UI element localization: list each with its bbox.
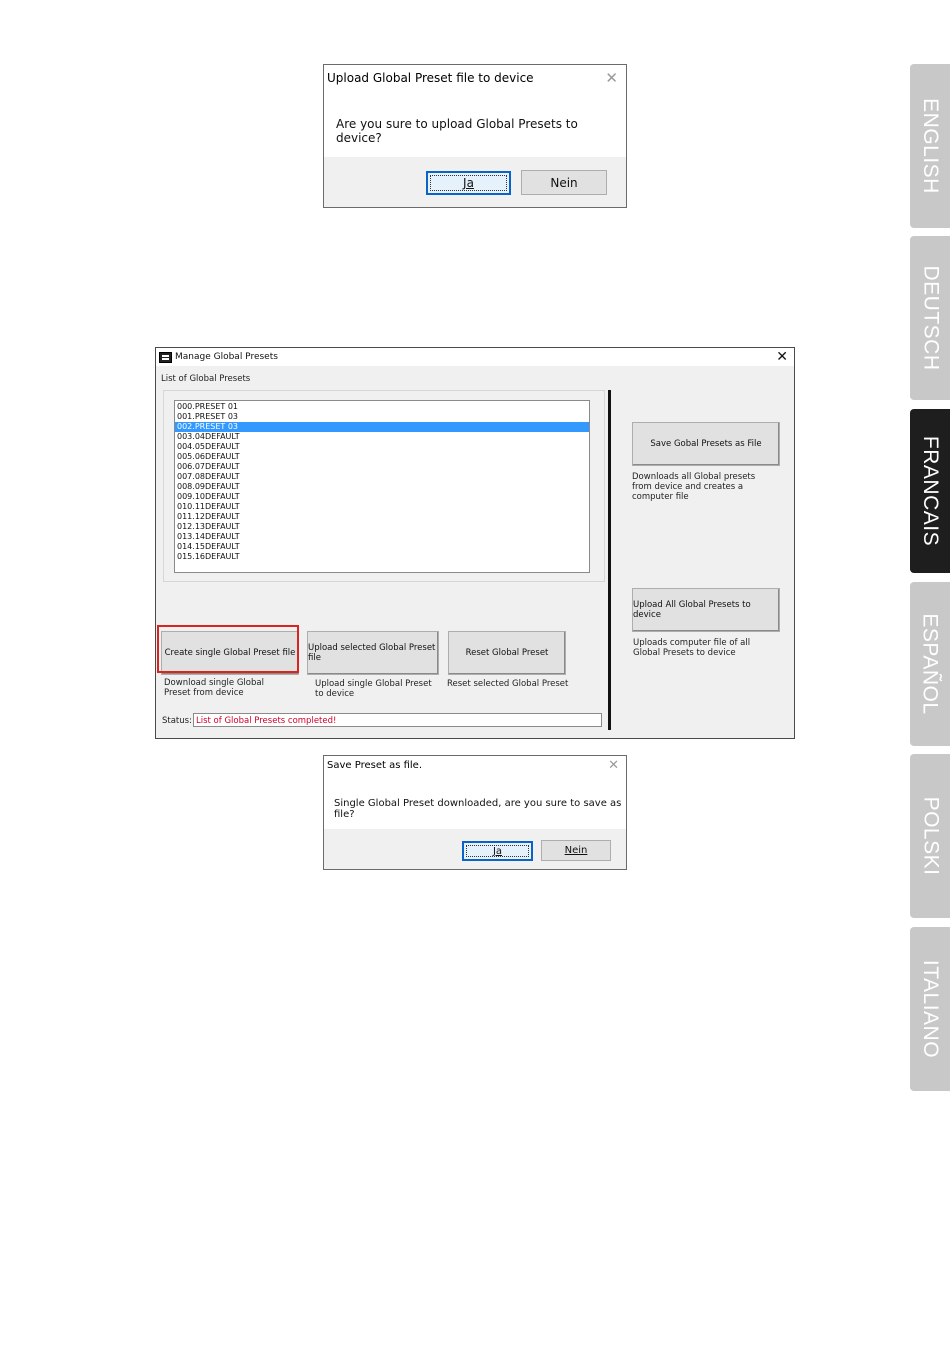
list-item[interactable]: 011.12DEFAULT [175, 512, 589, 522]
upload-selected-preset-desc: Upload single Global Preset to device [315, 679, 432, 699]
upload-selected-preset-button[interactable]: Upload selected Global Preset file [307, 631, 439, 675]
lang-tab-polski[interactable]: POLSKI [910, 754, 950, 918]
create-single-preset-desc: Download single Global Preset from devic… [164, 678, 264, 698]
lang-tab-english[interactable]: ENGLISH [910, 64, 950, 228]
list-item[interactable]: 012.13DEFAULT [175, 522, 589, 532]
list-item[interactable]: 007.08DEFAULT [175, 472, 589, 482]
window-title: Manage Global Presets [175, 352, 278, 362]
close-icon[interactable]: ✕ [605, 71, 618, 86]
lang-tab-label: FRANCAIS [919, 435, 942, 547]
list-item[interactable]: 005.06DEFAULT [175, 452, 589, 462]
lang-tab-italiano[interactable]: ITALIANO [910, 927, 950, 1091]
manage-global-presets-window: Manage Global Presets ✕ List of Global P… [155, 347, 795, 739]
no-button-label: Nein [564, 845, 588, 856]
save-global-presets-button[interactable]: Save Gobal Presets as File [632, 422, 780, 466]
reset-preset-button[interactable]: Reset Global Preset [448, 631, 566, 675]
button-label: Save Gobal Presets as File [650, 439, 762, 449]
upload-confirm-dialog: Upload Global Preset file to device ✕ Ar… [323, 64, 627, 208]
no-button[interactable]: Nein [521, 170, 607, 195]
list-item[interactable]: 014.15DEFAULT [175, 542, 589, 552]
yes-button-label: Ja [492, 845, 503, 857]
upload-all-presets-button[interactable]: Upload All Global Presets to device [632, 588, 780, 632]
status-field: List of Global Presets completed! [193, 713, 602, 727]
list-item[interactable]: 010.11DEFAULT [175, 502, 589, 512]
close-icon[interactable]: ✕ [776, 349, 788, 365]
yes-button-label: Ja [463, 176, 474, 190]
divider [608, 390, 611, 730]
no-button-label: Nein [550, 175, 578, 190]
list-item[interactable]: 013.14DEFAULT [175, 532, 589, 542]
dialog-title: Upload Global Preset file to device [327, 71, 534, 85]
lang-tab-francais[interactable]: FRANCAIS [910, 409, 950, 573]
save-preset-dialog: Save Preset as file. ✕ Single Global Pre… [323, 755, 627, 870]
reset-preset-desc: Reset selected Global Preset [447, 679, 569, 689]
dialog-message: Are you sure to upload Global Presets to… [336, 117, 578, 145]
list-item[interactable]: 001.PRESET 03 [175, 412, 589, 422]
lang-tab-label: ESPAÑOL [919, 613, 942, 715]
upload-all-presets-desc: Uploads computer file of all Global Pres… [633, 638, 751, 658]
list-item[interactable]: 002.PRESET 03 [175, 422, 589, 432]
no-button[interactable]: Nein [541, 840, 611, 861]
list-item[interactable]: 009.10DEFAULT [175, 492, 589, 502]
button-label: Upload selected Global Preset file [308, 643, 436, 663]
yes-button[interactable]: Ja [462, 841, 533, 861]
list-item[interactable]: 003.04DEFAULT [175, 432, 589, 442]
lang-tab-label: ENGLISH [919, 98, 943, 194]
list-item[interactable]: 015.16DEFAULT [175, 552, 589, 562]
save-global-presets-desc: Downloads all Global presets from device… [632, 472, 756, 502]
preset-list[interactable]: 000.PRESET 01 001.PRESET 03 002.PRESET 03 0… [174, 400, 590, 573]
button-label: Upload All Global Presets to device [633, 600, 751, 620]
close-icon[interactable]: ✕ [608, 759, 619, 772]
list-item[interactable]: 004.05DEFAULT [175, 442, 589, 452]
list-item[interactable]: 006.07DEFAULT [175, 462, 589, 472]
status-label: Status: [162, 716, 192, 726]
list-item[interactable]: 000.PRESET 01 [175, 402, 589, 412]
highlight-box [157, 625, 299, 673]
dialog-message: Single Global Preset downloaded, are you… [334, 798, 622, 820]
list-item[interactable]: 008.09DEFAULT [175, 482, 589, 492]
list-label: List of Global Presets [161, 374, 251, 384]
lang-tab-espanol[interactable]: ESPAÑOL [910, 582, 950, 746]
app-icon [159, 352, 172, 363]
lang-tab-deutsch[interactable]: DEUTSCH [910, 236, 950, 400]
lang-tab-label: ITALIANO [919, 959, 943, 1059]
button-label: Reset Global Preset [465, 648, 549, 658]
yes-button[interactable]: Ja [426, 171, 511, 195]
title-bar: Manage Global Presets ✕ [156, 348, 794, 366]
lang-tab-label: DEUTSCH [919, 265, 943, 371]
lang-tab-label: POLSKI [919, 796, 942, 876]
dialog-title: Save Preset as file. [327, 760, 423, 771]
